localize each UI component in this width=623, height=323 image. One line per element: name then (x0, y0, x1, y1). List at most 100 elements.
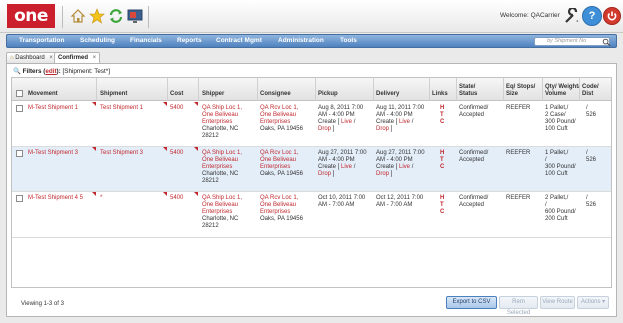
table-row[interactable]: M-Test Shipment 4 5 * 5400 QA Ship Loc 1, On… (12, 192, 611, 238)
tab-dashboard[interactable]: ⌂ Dashboard × (6, 52, 57, 63)
export-csv-button[interactable]: Export to CSV (446, 296, 497, 309)
col-links[interactable]: Links (432, 91, 448, 98)
shipment-link[interactable]: * (100, 195, 102, 202)
refresh-icon[interactable] (107, 7, 125, 25)
link-h[interactable]: H (440, 105, 444, 112)
col-eq-stops-size[interactable]: Eq/ Stops/ Size (506, 84, 536, 98)
shipment-link[interactable]: Test Shipment 3 (100, 150, 143, 157)
col-movement[interactable]: Movement (28, 91, 58, 98)
search-icon[interactable] (602, 38, 611, 46)
tab-confirmed[interactable]: Confirmed × (54, 52, 101, 63)
consignee-link[interactable]: QA Rcv Loc 1, (260, 105, 315, 112)
col-shipper[interactable]: Shipper (202, 91, 224, 98)
power-icon[interactable] (603, 7, 621, 25)
welcome-text: Welcome: QACarrier (500, 12, 560, 19)
shipper-link[interactable]: One Beliveau (202, 157, 257, 164)
drop-link[interactable]: Drop (376, 126, 389, 132)
nav-financials[interactable]: Financials (130, 37, 162, 44)
shipper-link[interactable]: One Beliveau (202, 112, 257, 119)
select-all-checkbox[interactable] (16, 90, 23, 97)
shipper-link[interactable]: QA Ship Loc 1, (202, 105, 257, 112)
shipper-link[interactable]: QA Ship Loc 1, (202, 150, 257, 157)
filters-edit-link[interactable]: edit (45, 68, 56, 75)
drop-link[interactable]: Drop (318, 171, 331, 177)
live-link[interactable]: Live (399, 164, 410, 170)
link-h[interactable]: H (440, 195, 444, 202)
pickup-cell: Aug 27, 2011 7:00 AM - 4:00 PM Create [ Li… (318, 150, 374, 178)
live-link[interactable]: Live (341, 119, 352, 125)
link-t[interactable]: T (440, 157, 444, 164)
search-input[interactable]: by Shipment No (534, 37, 611, 46)
actions-button[interactable]: Actions ▾ (577, 296, 609, 309)
edit-flag-icon (194, 147, 198, 151)
col-pickup[interactable]: Pickup (318, 91, 338, 98)
nav-scheduling[interactable]: Scheduling (80, 37, 115, 44)
home-icon[interactable] (69, 7, 87, 25)
nav-transportation[interactable]: Transportation (19, 37, 65, 44)
col-code-dist[interactable]: Code/ Dist (582, 84, 610, 98)
col-state-status[interactable]: State/ Status (459, 84, 495, 98)
slash-separator: / (411, 119, 414, 125)
shipper-cell: QA Ship Loc 1, One Beliveau Enterprises Cha… (202, 150, 257, 185)
view-route-button[interactable]: View Route (540, 296, 575, 309)
link-c[interactable]: C (440, 164, 444, 171)
shipper-link[interactable]: Enterprises (202, 209, 257, 216)
wrench-icon[interactable] (563, 7, 581, 25)
nav-contract-mgmt[interactable]: Contract Mgmt (216, 37, 262, 44)
close-icon[interactable]: × (49, 55, 53, 61)
row-checkbox[interactable] (16, 105, 23, 112)
consignee-link[interactable]: Enterprises (260, 209, 315, 216)
consignee-link[interactable]: Enterprises (260, 164, 315, 171)
filters-label: Filters ( (22, 68, 46, 75)
consignee-link[interactable]: One Beliveau (260, 112, 315, 119)
live-link[interactable]: Live (341, 164, 352, 170)
edit-flag-icon (163, 192, 167, 196)
status-text: Accepted (459, 202, 485, 208)
shipper-link[interactable]: One Beliveau (202, 202, 257, 209)
link-c[interactable]: C (440, 119, 444, 126)
link-h[interactable]: H (440, 150, 444, 157)
shipper-link[interactable]: QA Ship Loc 1, (202, 195, 257, 202)
live-link[interactable]: Live (399, 119, 410, 125)
consignee-address: Oaks, PA 19456 (260, 216, 303, 222)
cost-value[interactable]: 5400 (170, 195, 183, 202)
link-t[interactable]: T (440, 202, 444, 209)
movement-link[interactable]: M-Test Shipment 1 (28, 105, 78, 112)
nav-reports[interactable]: Reports (177, 37, 202, 44)
shipment-link[interactable]: Test Shipment 1 (100, 105, 143, 112)
cost-value[interactable]: 5400 (170, 105, 183, 112)
star-icon[interactable] (88, 7, 106, 25)
table-row[interactable]: M-Test Shipment 3 Test Shipment 3 5400 QA S… (12, 147, 611, 192)
link-c[interactable]: C (440, 209, 444, 216)
shipper-link[interactable]: Enterprises (202, 119, 257, 126)
table-row[interactable]: M-Test Shipment 1 Test Shipment 1 5400 QA S… (12, 102, 611, 147)
movement-link[interactable]: M-Test Shipment 3 (28, 150, 78, 157)
consignee-link[interactable]: Enterprises (260, 119, 315, 126)
col-qty-weight-volume[interactable]: Qty/ Weight/ Volume (545, 84, 581, 98)
consignee-link[interactable]: One Beliveau (260, 157, 315, 164)
col-delivery[interactable]: Delivery (376, 91, 399, 98)
row-checkbox[interactable] (16, 150, 23, 157)
drop-link[interactable]: Drop (318, 126, 331, 132)
col-cost[interactable]: Cost (170, 91, 183, 98)
consignee-link[interactable]: QA Rcv Loc 1, (260, 150, 315, 157)
nav-administration[interactable]: Administration (278, 37, 324, 44)
screen-icon[interactable] (126, 7, 144, 25)
movement-link[interactable]: M-Test Shipment 4 5 (28, 195, 83, 202)
drop-link[interactable]: Drop (376, 171, 389, 177)
row-checkbox[interactable] (16, 195, 23, 202)
close-icon[interactable]: × (93, 55, 97, 61)
shipper-link[interactable]: Enterprises (202, 164, 257, 171)
nav-tools[interactable]: Tools (340, 37, 357, 44)
remove-selected-button[interactable]: Rem Selected (499, 296, 538, 316)
help-icon[interactable]: ? (582, 6, 602, 26)
consignee-link[interactable]: One Beliveau (260, 202, 315, 209)
cost-value[interactable]: 5400 (170, 150, 183, 157)
link-t[interactable]: T (440, 112, 444, 119)
col-shipment[interactable]: Shipment (100, 91, 127, 98)
pickup-date: Aug 8, 2011 7:00 (318, 105, 364, 111)
col-consignee[interactable]: Consignee (260, 91, 291, 98)
edit-flag-icon (92, 192, 96, 196)
app-logo[interactable]: one (7, 4, 55, 28)
consignee-link[interactable]: QA Rcv Loc 1, (260, 195, 315, 202)
